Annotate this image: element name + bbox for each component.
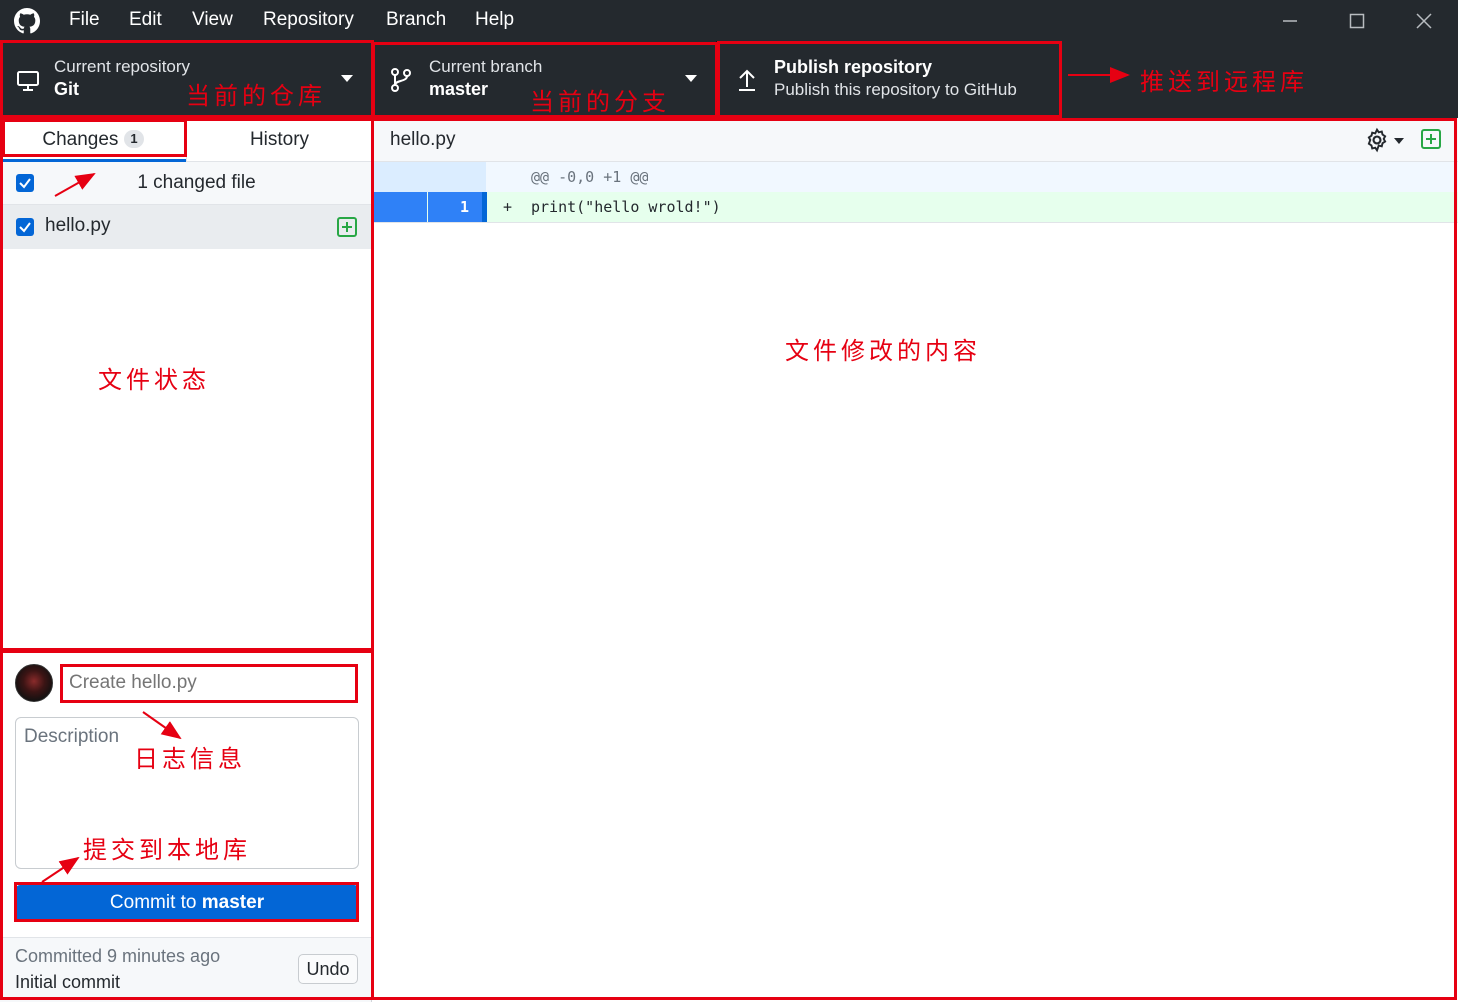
arrow-log <box>142 711 182 740</box>
arrow-commit <box>41 856 80 883</box>
annotation-arrows <box>41 67 1130 883</box>
arrow-changes <box>54 173 96 197</box>
